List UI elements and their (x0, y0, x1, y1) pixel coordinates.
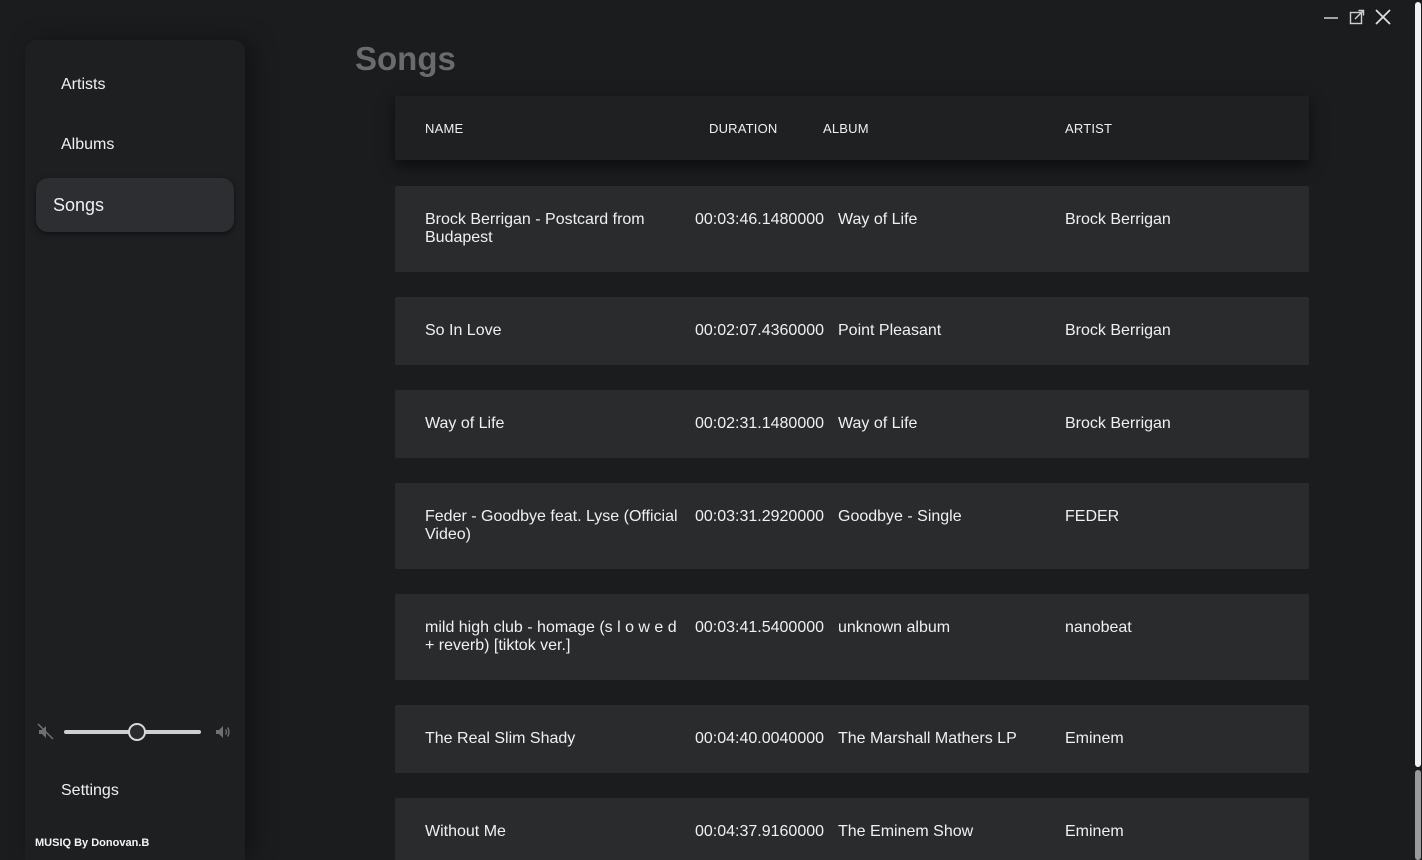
song-name: So In Love (425, 322, 502, 339)
song-list: Brock Berrigan - Postcard from Budapest … (395, 186, 1309, 860)
song-artist: nanobeat (1065, 619, 1132, 636)
app-window: Artists Albums Songs Settings MUSIQ By D… (0, 0, 1422, 860)
sidebar: Artists Albums Songs Settings MUSIQ By D… (25, 40, 245, 860)
song-duration: 00:03:31.2920000 (695, 508, 825, 525)
volume-control (37, 720, 237, 744)
song-duration: 00:04:37.9160000 (695, 823, 825, 840)
minimize-icon (1324, 17, 1338, 19)
sidebar-item-label: Songs (53, 194, 105, 215)
song-name: Way of Life (425, 415, 505, 432)
song-duration: 00:04:40.0040000 (695, 730, 825, 747)
song-duration: 00:02:31.1480000 (695, 415, 825, 432)
table-row[interactable]: Feder - Goodbye feat. Lyse (Official Vid… (395, 483, 1309, 569)
song-name: Brock Berrigan - Postcard from Budapest (425, 211, 645, 246)
song-artist: FEDER (1065, 508, 1120, 525)
song-name: Feder - Goodbye feat. Lyse (Official Vid… (425, 508, 678, 543)
scrollbar[interactable] (1414, 0, 1422, 860)
scrollbar-track-lower[interactable] (1415, 770, 1421, 860)
app-brand: MUSIQ By Donovan.B (35, 837, 150, 849)
popout-icon (1349, 9, 1365, 25)
song-duration: 00:02:07.4360000 (695, 322, 825, 339)
column-header-artist[interactable]: ARTIST (1065, 121, 1112, 136)
song-album: The Marshall Mathers LP (838, 730, 1017, 747)
close-icon (1375, 9, 1391, 25)
table-row[interactable]: Way of Life 00:02:31.1480000 Way of Life… (395, 390, 1309, 458)
table-row[interactable]: mild high club - homage (s l o w e d + r… (395, 594, 1309, 680)
table-row[interactable]: The Real Slim Shady 00:04:40.0040000 The… (395, 705, 1309, 773)
close-button[interactable] (1374, 6, 1392, 28)
column-header-album[interactable]: ALBUM (823, 121, 869, 136)
window-controls (1322, 6, 1392, 28)
table-row[interactable]: So In Love 00:02:07.4360000 Point Pleasa… (395, 297, 1309, 365)
song-artist: Brock Berrigan (1065, 211, 1171, 228)
song-album: The Eminem Show (838, 823, 974, 840)
song-album: Way of Life (838, 415, 918, 432)
song-artist: Brock Berrigan (1065, 415, 1171, 432)
table-row[interactable]: Without Me 00:04:37.9160000 The Eminem S… (395, 798, 1309, 860)
song-name: Without Me (425, 823, 506, 840)
song-duration: 00:03:46.1480000 (695, 211, 825, 228)
sidebar-item-settings[interactable]: Settings (61, 782, 119, 800)
song-name: The Real Slim Shady (425, 730, 576, 747)
sidebar-item-albums[interactable]: Albums (61, 136, 114, 154)
table-row[interactable]: Brock Berrigan - Postcard from Budapest … (395, 186, 1309, 272)
song-artist: Brock Berrigan (1065, 322, 1171, 339)
song-album: Goodbye - Single (838, 508, 962, 525)
table-header: NAME DURATION ALBUM ARTIST (395, 96, 1309, 160)
volume-slider[interactable] (64, 723, 201, 741)
sidebar-item-songs[interactable]: Songs (36, 178, 234, 232)
song-album: Point Pleasant (838, 322, 942, 339)
minimize-button[interactable] (1322, 6, 1340, 28)
song-duration: 00:03:41.5400000 (695, 619, 825, 636)
song-artist: Eminem (1065, 730, 1124, 747)
speaker-icon[interactable] (214, 723, 232, 741)
column-header-name[interactable]: NAME (425, 121, 463, 136)
sidebar-item-artists[interactable]: Artists (61, 76, 105, 94)
speaker-mute-icon[interactable] (37, 723, 55, 741)
popout-button[interactable] (1348, 6, 1366, 28)
song-album: unknown album (838, 619, 951, 636)
page-title: Songs (355, 40, 456, 77)
column-header-duration[interactable]: DURATION (709, 121, 778, 136)
scrollbar-thumb[interactable] (1415, 2, 1421, 767)
song-name: mild high club - homage (s l o w e d + r… (425, 619, 677, 654)
song-artist: Eminem (1065, 823, 1124, 840)
volume-slider-thumb[interactable] (127, 723, 146, 741)
song-album: Way of Life (838, 211, 918, 228)
